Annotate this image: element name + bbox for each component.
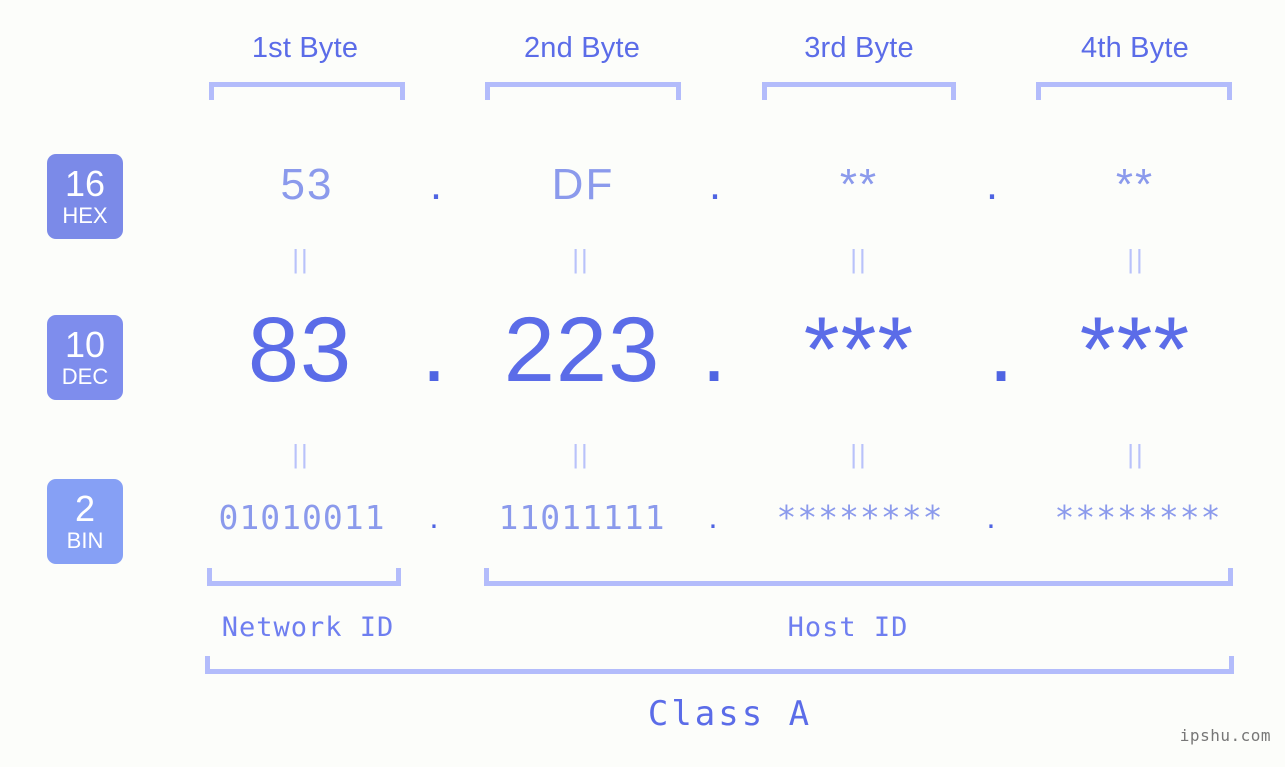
bin-separator-2: .: [708, 498, 718, 535]
network-id-bracket: [207, 568, 401, 586]
byte-bracket-top-1: [209, 82, 405, 100]
byte-bracket-top-2: [485, 82, 681, 100]
dec-separator-2: .: [701, 299, 727, 401]
dec-byte-3: ***: [803, 299, 915, 401]
byte-bracket-top-4: [1036, 82, 1232, 100]
hex-row: 53 . DF . ** . **: [0, 160, 1285, 220]
equivalence-mark-dec-bin-4: ||: [1127, 439, 1145, 469]
bin-byte-1: 01010011: [218, 498, 386, 537]
class-label: Class A: [647, 694, 813, 734]
byte-header-2: 2nd Byte: [523, 32, 641, 64]
hex-separator-3: .: [985, 160, 999, 209]
bin-separator-3: .: [986, 498, 996, 535]
equivalence-mark-dec-bin-3: ||: [850, 439, 868, 469]
bin-byte-3: ********: [776, 498, 944, 537]
bin-separator-1: .: [429, 498, 439, 535]
hex-byte-4: **: [1115, 160, 1155, 209]
dec-row: 83 . 223 . *** . ***: [0, 298, 1285, 418]
ip-address-breakdown-diagram: 1st Byte 2nd Byte 3rd Byte 4th Byte 16 H…: [0, 0, 1285, 767]
bin-byte-2: 11011111: [498, 498, 666, 537]
equivalence-mark-hex-dec-3: ||: [850, 244, 868, 274]
host-id-label: Host ID: [787, 612, 909, 643]
bin-row: 01010011 . 11011111 . ******** . *******…: [0, 498, 1285, 544]
dec-byte-2: 223: [503, 299, 661, 401]
bin-byte-4: ********: [1054, 498, 1222, 537]
equivalence-mark-dec-bin-2: ||: [572, 439, 590, 469]
hex-byte-2: DF: [551, 160, 615, 209]
byte-header-1: 1st Byte: [251, 32, 359, 64]
byte-header-4: 4th Byte: [1081, 32, 1189, 64]
byte-bracket-top-3: [762, 82, 956, 100]
site-watermark: ipshu.com: [1179, 726, 1271, 745]
hex-byte-3: **: [839, 160, 879, 209]
hex-separator-2: .: [708, 160, 722, 209]
equivalence-mark-dec-bin-1: ||: [292, 439, 310, 469]
dec-separator-1: .: [421, 299, 447, 401]
class-bracket: [205, 656, 1234, 674]
equivalence-mark-hex-dec-1: ||: [292, 244, 310, 274]
equivalence-mark-hex-dec-4: ||: [1127, 244, 1145, 274]
hex-byte-1: 53: [280, 160, 334, 209]
hex-separator-1: .: [429, 160, 443, 209]
network-id-label: Network ID: [221, 612, 395, 643]
equivalence-mark-hex-dec-2: ||: [572, 244, 590, 274]
dec-byte-4: ***: [1079, 299, 1191, 401]
host-id-bracket: [484, 568, 1233, 586]
byte-header-3: 3rd Byte: [804, 32, 914, 64]
dec-byte-1: 83: [247, 299, 353, 401]
